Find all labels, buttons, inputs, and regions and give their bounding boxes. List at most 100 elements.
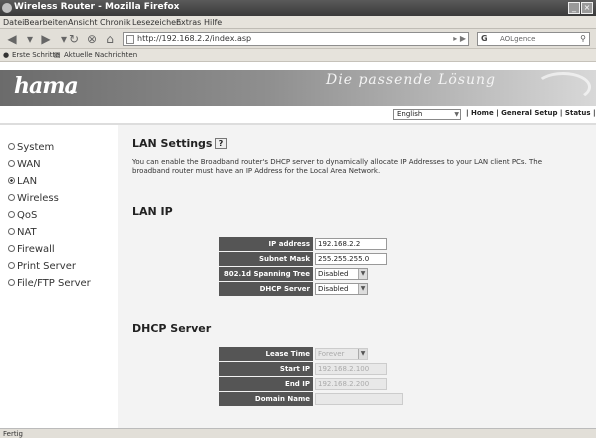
chevron-down-icon: ▼ bbox=[358, 269, 367, 279]
dhcp-form: Lease Time Forever ▼ Start IP 192.168.2.1… bbox=[219, 347, 403, 407]
header-banner bbox=[0, 70, 596, 106]
subnet-mask-row: Subnet Mask 255.255.255.0 bbox=[219, 252, 387, 266]
ip-address-label: IP address bbox=[219, 237, 313, 251]
page-content: hama Die passende Lösung English ▼ | Hom… bbox=[0, 62, 596, 428]
rss-icon: ▤ bbox=[54, 51, 61, 59]
radio-icon bbox=[8, 262, 15, 269]
main-panel: LAN Settings ? You can enable the Broadb… bbox=[118, 125, 596, 428]
ip-address-row: IP address 192.168.2.2 bbox=[219, 237, 387, 251]
lease-time-label: Lease Time bbox=[219, 347, 313, 361]
start-ip-field[interactable]: 192.168.2.100 bbox=[315, 363, 387, 375]
sidebar-item-system[interactable]: System bbox=[8, 142, 54, 156]
hama-logo: hama bbox=[14, 73, 79, 99]
sidebar-item-qos[interactable]: QoS bbox=[8, 210, 37, 224]
page-title: LAN Settings bbox=[132, 137, 213, 150]
sidebar-item-nat[interactable]: NAT bbox=[8, 227, 37, 241]
radio-icon bbox=[8, 160, 15, 167]
dropdown-icon[interactable]: ▾ bbox=[22, 31, 38, 47]
home-icon[interactable]: ⌂ bbox=[102, 31, 118, 47]
status-bar: Fertig bbox=[0, 428, 596, 438]
menu-bar: Datei Bearbeiten Ansicht Chronik Lesezei… bbox=[0, 16, 596, 29]
sidebar-item-wireless[interactable]: Wireless bbox=[8, 193, 59, 207]
ip-address-field[interactable]: 192.168.2.2 bbox=[315, 238, 387, 250]
minimize-button[interactable]: _ bbox=[568, 2, 580, 14]
logo-dot bbox=[70, 90, 74, 94]
radio-icon bbox=[8, 211, 15, 218]
start-ip-label: Start IP bbox=[219, 362, 313, 376]
address-url[interactable]: http://192.168.2.2/index.asp bbox=[137, 34, 251, 43]
header-slogan: Die passende Lösung bbox=[326, 72, 497, 88]
radio-icon bbox=[8, 279, 15, 286]
menu-hilfe[interactable]: Hilfe bbox=[204, 18, 222, 27]
end-ip-label: End IP bbox=[219, 377, 313, 391]
forward-icon[interactable]: ▶ bbox=[38, 31, 54, 47]
lan-ip-heading: LAN IP bbox=[132, 205, 173, 218]
top-navigation[interactable]: | Home | General Setup | Status | To bbox=[466, 109, 596, 117]
dhcp-server-label: DHCP Server bbox=[219, 282, 313, 296]
radio-icon bbox=[8, 228, 15, 235]
chevron-down-icon: ▼ bbox=[358, 349, 367, 359]
spanning-tree-row: 802.1d Spanning Tree Disabled ▼ bbox=[219, 267, 387, 281]
sidebar-item-lan[interactable]: LAN bbox=[8, 176, 37, 190]
bookmarks-bar: ● Erste Schritte ▤ Aktuelle Nachrichten bbox=[0, 49, 596, 62]
menu-datei[interactable]: Datei bbox=[3, 18, 24, 27]
spanning-tree-label: 802.1d Spanning Tree bbox=[219, 267, 313, 281]
sidebar-item-firewall[interactable]: Firewall bbox=[8, 244, 55, 258]
menu-chronik[interactable]: Chronik bbox=[100, 18, 131, 27]
reload-icon[interactable]: ↻ bbox=[66, 31, 82, 47]
lan-ip-form: IP address 192.168.2.2 Subnet Mask 255.2… bbox=[219, 237, 387, 297]
domain-name-label: Domain Name bbox=[219, 392, 313, 406]
end-ip-field[interactable]: 192.168.2.200 bbox=[315, 378, 387, 390]
navigation-toolbar: ◀ ▾ ▶ ▾ ↻ ⊗ ⌂ http://192.168.2.2/index.a… bbox=[0, 29, 596, 49]
dhcp-server-row: DHCP Server Disabled ▼ bbox=[219, 282, 387, 296]
start-ip-row: Start IP 192.168.2.100 bbox=[219, 362, 387, 376]
sidebar: System WAN LAN Wireless QoS NAT Firewall… bbox=[0, 125, 118, 428]
swoosh-graphic bbox=[535, 72, 591, 102]
chevron-down-icon: ▼ bbox=[358, 284, 367, 294]
window-titlebar: Wireless Router - Mozilla Firefox _ × bbox=[0, 0, 596, 16]
radio-icon bbox=[8, 245, 15, 252]
go-arrow-icon[interactable]: ▸ ▶ bbox=[453, 34, 466, 43]
search-engine-icon[interactable]: G bbox=[481, 34, 488, 43]
search-input[interactable]: AOLgence bbox=[500, 35, 535, 43]
sidebar-item-file-ftp-server[interactable]: File/FTP Server bbox=[8, 278, 91, 292]
dhcp-server-select[interactable]: Disabled ▼ bbox=[315, 283, 368, 295]
bookmark-aktuelle-nachrichten[interactable]: Aktuelle Nachrichten bbox=[64, 51, 137, 59]
sidebar-item-wan[interactable]: WAN bbox=[8, 159, 41, 173]
domain-name-row: Domain Name bbox=[219, 392, 403, 406]
window-title: Wireless Router - Mozilla Firefox bbox=[14, 2, 180, 12]
bookmark-erste-schritte[interactable]: Erste Schritte bbox=[12, 51, 60, 59]
help-icon[interactable]: ? bbox=[215, 138, 227, 149]
bookmark-icon: ● bbox=[3, 51, 10, 59]
lease-time-select[interactable]: Forever ▼ bbox=[315, 348, 368, 360]
status-text: Fertig bbox=[3, 430, 23, 438]
menu-lesezeichen[interactable]: Lesezeichen bbox=[132, 18, 181, 27]
language-select[interactable]: English ▼ bbox=[393, 109, 461, 120]
close-button[interactable]: × bbox=[581, 2, 593, 14]
subnet-mask-label: Subnet Mask bbox=[219, 252, 313, 266]
radio-icon bbox=[8, 194, 15, 201]
address-bar[interactable]: http://192.168.2.2/index.asp ▸ ▶ bbox=[123, 32, 469, 46]
menu-bearbeiten[interactable]: Bearbeiten bbox=[24, 18, 68, 27]
search-box[interactable]: G AOLgence ⚲ bbox=[477, 32, 590, 46]
page-icon bbox=[126, 35, 134, 44]
domain-name-field[interactable] bbox=[315, 393, 403, 405]
radio-selected-icon bbox=[8, 177, 15, 184]
search-icon[interactable]: ⚲ bbox=[580, 34, 586, 43]
menu-extras[interactable]: Extras bbox=[176, 18, 201, 27]
stop-icon[interactable]: ⊗ bbox=[84, 31, 100, 47]
back-icon[interactable]: ◀ bbox=[4, 31, 20, 47]
subnet-mask-field[interactable]: 255.255.255.0 bbox=[315, 253, 387, 265]
firefox-icon bbox=[2, 3, 12, 13]
menu-ansicht[interactable]: Ansicht bbox=[68, 18, 98, 27]
spanning-tree-select[interactable]: Disabled ▼ bbox=[315, 268, 368, 280]
lan-description: You can enable the Broadband router's DH… bbox=[132, 158, 543, 175]
dhcp-server-heading: DHCP Server bbox=[132, 322, 212, 335]
sidebar-item-print-server[interactable]: Print Server bbox=[8, 261, 76, 275]
chevron-down-icon: ▼ bbox=[454, 111, 459, 118]
radio-icon bbox=[8, 143, 15, 150]
lease-time-row: Lease Time Forever ▼ bbox=[219, 347, 387, 361]
end-ip-row: End IP 192.168.2.200 bbox=[219, 377, 387, 391]
router-header: hama Die passende Lösung English ▼ | Hom… bbox=[0, 62, 596, 122]
language-value: English bbox=[397, 110, 423, 118]
